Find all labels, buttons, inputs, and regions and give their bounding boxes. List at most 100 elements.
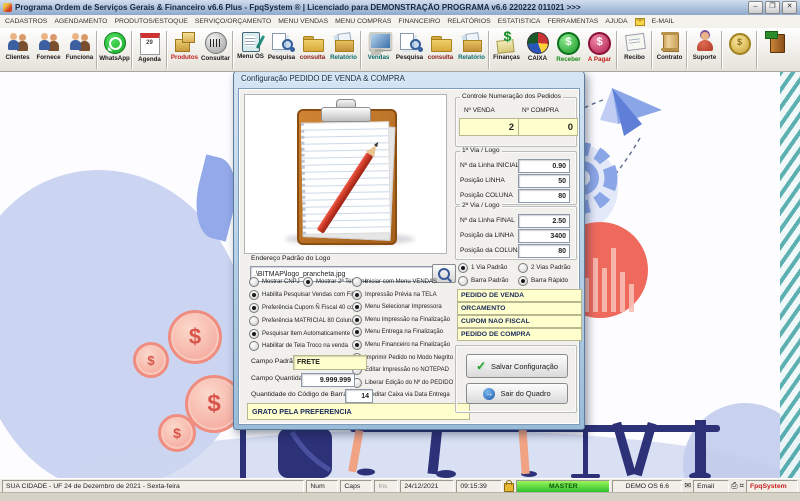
codigo-barras-field[interactable]: 14 (345, 389, 373, 403)
pesquisa-icon (270, 31, 294, 53)
toolbar-label: Consultar (201, 55, 230, 62)
menu-item-4[interactable]: MENU VENDAS (278, 18, 328, 25)
restore-button[interactable]: ❐ (765, 1, 780, 14)
status-email[interactable]: Email (693, 479, 730, 493)
toolbar-button-consulta[interactable]: consulta (297, 29, 328, 71)
people-icon (68, 31, 92, 53)
exit-dialog-button[interactable]: → Sair do Quadro (466, 383, 568, 404)
options-column-right: Iniciar com Menu VENDAS Impressão Prévia … (352, 276, 453, 401)
option-radio-0[interactable]: 1 Via Padrão (458, 261, 516, 274)
toolbar-label: Relatório (330, 54, 357, 61)
toolbar-separator (651, 31, 653, 69)
numero-compra-field[interactable]: 0 (518, 118, 578, 136)
option-right-1[interactable]: Impressão Prévia na TELA (352, 289, 453, 302)
toolbar-button-coin[interactable] (724, 29, 755, 71)
toolbar-label: Recibo (624, 54, 645, 61)
menu-item-9[interactable]: FERRAMENTAS (547, 18, 598, 25)
option-left-3[interactable]: Preferência Cupom Ñ Fiscal 40 col (249, 302, 368, 315)
option-label: Menu Impressão na Finalização (365, 316, 451, 323)
save-config-label: Salvar Configuração (491, 361, 559, 371)
option-right-6[interactable]: Imprimir Pedido no Modo Negrito (352, 351, 453, 364)
toolbar-button-receber[interactable]: Receber (553, 29, 584, 71)
via1-field-2[interactable]: 80 (518, 189, 570, 203)
toolbar-button-agenda[interactable]: Agenda (134, 29, 165, 71)
toolbar-button-produtos[interactable]: Produtos (169, 29, 200, 71)
minimize-button[interactable]: – (748, 1, 763, 14)
toolbar-button-exit[interactable] (759, 29, 790, 71)
option-right-3[interactable]: Menu Impressão na Finalização (352, 314, 453, 327)
option-right-5[interactable]: Menu Financeiro na Finalização (352, 339, 453, 352)
menu-item-7[interactable]: RELATÓRIOS (447, 18, 490, 25)
option-left-4[interactable]: Preferência MATRICIAL 80 Colunas (249, 314, 368, 327)
radio-icon (352, 277, 362, 288)
folder-icon (301, 31, 325, 53)
via2-field-1[interactable]: 3400 (518, 229, 570, 243)
option-radio-3[interactable]: Barra Rápido (518, 274, 576, 287)
option-right-2[interactable]: Menu Selecionar Impressora (352, 301, 453, 314)
campo-padrao-label: Campo Padrão (251, 358, 297, 365)
toolbar-button-consulta[interactable]: consulta (425, 29, 456, 71)
via1-title: 1ª Via / Logo (460, 147, 502, 154)
option-left-5[interactable]: Pesquisar Item Automaticamente (249, 327, 368, 340)
toolbar-button-recibo[interactable]: Recibo (619, 29, 650, 71)
toolbar-button-whatsapp[interactable]: WhatsApp (99, 29, 130, 71)
toolbar-button-relatório[interactable]: Relatório (456, 29, 487, 71)
save-config-button[interactable]: ✓ Salvar Configuração (466, 354, 568, 378)
doc-name-field-2[interactable]: CUPOM NAO FISCAL (457, 315, 582, 328)
toolbar-button-contrato[interactable]: Contrato (654, 29, 685, 71)
via2-field-0[interactable]: 2.50 (518, 214, 570, 228)
doc-name-field-1[interactable]: ORCAMENTO (457, 302, 582, 315)
via2-title: 2ª Via / Logo (460, 202, 502, 209)
option-radio-2[interactable]: Barra Padrão (458, 274, 516, 287)
campo-padrao-field[interactable]: FRETE (293, 355, 367, 370)
option-right-8[interactable]: Liberar Edição do Nº do PEDIDO (352, 376, 453, 389)
toolbar-button-finanças[interactable]: Finanças (491, 28, 522, 71)
option-right-4[interactable]: Menu Entrega na Finalização (352, 326, 453, 339)
menu-item-1[interactable]: AGENDAMENTO (54, 18, 107, 25)
menu-item-10[interactable]: AJUDA (605, 18, 627, 25)
toolbar-button-pesquisa[interactable]: Pesquisa (266, 29, 297, 71)
via1-field-1[interactable]: 50 (518, 174, 570, 188)
option-right-0[interactable]: Iniciar com Menu VENDAS (352, 276, 453, 289)
close-button[interactable]: ✕ (782, 1, 797, 14)
toolbar-button-consultar[interactable]: Consultar (200, 29, 231, 71)
toolbar-button-suporte[interactable]: Suporte (689, 29, 720, 71)
toolbar-button-caixa[interactable]: CAIXA (522, 29, 553, 71)
via1-field-0[interactable]: 0.90 (518, 159, 570, 173)
toolbar-button-pesquisa[interactable]: Pesquisa (394, 29, 425, 71)
toolbar-button-clientes[interactable]: Clientes (2, 29, 33, 71)
doc-name-field-0[interactable]: PEDIDO DE VENDA (457, 289, 582, 302)
doc-name-field-3[interactable]: PEDIDO DE COMPRA (457, 328, 582, 341)
option-left-6[interactable]: Habilitar de Tela Troco na venda (249, 340, 368, 353)
menu-item-0[interactable]: CADASTROS (5, 18, 47, 25)
option-left-2[interactable]: Habilita Pesquisar Vendas com Filtro (249, 289, 368, 302)
numero-venda-field[interactable]: 2 (459, 118, 519, 136)
toolbar-button-relatório[interactable]: Relatório (328, 29, 359, 71)
toolbar-button-funciona[interactable]: Funciona (64, 29, 95, 71)
menu-item-11[interactable]: E-MAIL (652, 18, 675, 25)
radio-icon (352, 340, 362, 350)
via2-field-2[interactable]: 80 (518, 244, 570, 258)
lock-icon (504, 479, 515, 492)
menu-item-8[interactable]: ESTATISTICA (498, 18, 541, 25)
via2-row-0: Nº da Linha FINAL 2.50 (460, 214, 572, 228)
menu-item-5[interactable]: MENU COMPRAS (335, 18, 391, 25)
footer-message: GRATO PELA PREFERENCIA (247, 403, 470, 420)
toolbar-separator (721, 31, 723, 69)
toolbar-button-fornece[interactable]: Fornece (33, 29, 64, 71)
menu-item-6[interactable]: FINANCEIRO (398, 18, 440, 25)
menu-item-3[interactable]: SERVIÇO/ORÇAMENTO (195, 18, 271, 25)
campo-quantidade-field[interactable]: 9.999.999 (301, 373, 355, 387)
toolbar-button-a-pagar[interactable]: A Pagar (584, 29, 615, 71)
coin-icon: $ (158, 414, 196, 452)
option-label: Preferência MATRICIAL 80 Colunas (262, 317, 358, 324)
toolbar-button-menu-os[interactable]: Menu OS (235, 29, 266, 71)
menu-item-2[interactable]: PRODUTOS/ESTOQUE (114, 18, 187, 25)
option-label: Mostrar CNPJ (262, 279, 300, 286)
toolbar-button-vendas[interactable]: Vendas (363, 29, 394, 71)
toolbar-label: A Pagar (587, 56, 612, 63)
option-right-7[interactable]: Editar Impressão no NOTEPAD (352, 364, 453, 377)
option-left-0[interactable]: Mostrar CNPJ (249, 276, 301, 289)
apagar-icon (588, 32, 611, 55)
option-radio-1[interactable]: 2 Vias Padrão (518, 261, 576, 274)
